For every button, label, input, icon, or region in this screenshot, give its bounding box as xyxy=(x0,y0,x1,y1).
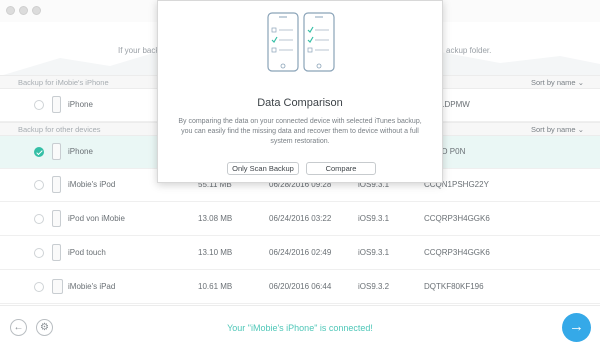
select-radio[interactable] xyxy=(34,282,44,292)
section-title: Backup for other devices xyxy=(18,125,101,134)
sort-by-name-dropdown[interactable]: Sort by name ⌄ xyxy=(531,78,584,87)
select-radio[interactable] xyxy=(34,180,44,190)
ios-version: iOS9.3.1 xyxy=(358,214,390,223)
only-scan-backup-button[interactable]: Only Scan Backup xyxy=(227,162,299,175)
ipod-icon xyxy=(52,210,61,227)
serial-number: DQTKF80KF196 xyxy=(424,282,484,291)
backup-date: 06/24/2016 03:22 xyxy=(269,214,332,223)
hero-text-right: ackup folder. xyxy=(446,46,492,55)
close-window-button[interactable] xyxy=(6,6,15,15)
ios-version: iOS9.3.2 xyxy=(358,282,390,291)
device-name: iPhone xyxy=(68,147,93,156)
serial-number: CCQRP3H4GGK6 xyxy=(424,248,490,257)
arrow-right-icon: → xyxy=(569,318,584,335)
device-name: iMobie's iPad xyxy=(68,282,116,291)
hero-text-left: If your back xyxy=(118,46,160,55)
backup-size: 13.08 MB xyxy=(198,214,233,223)
next-button[interactable]: → xyxy=(562,313,591,342)
backup-row[interactable]: iPod von iMobie 13.08 MB 06/24/2016 03:2… xyxy=(0,203,600,236)
footer-bar: ← ⚙ Your "iMobie's iPhone" is connected! xyxy=(0,305,600,347)
chevron-down-icon: ⌄ xyxy=(577,78,584,87)
select-radio[interactable] xyxy=(34,248,44,258)
connection-status: Your "iMobie's iPhone" is connected! xyxy=(227,323,373,333)
device-name: iPod von iMobie xyxy=(68,214,125,223)
minimize-window-button[interactable] xyxy=(19,6,28,15)
device-name: iMobie's iPod xyxy=(68,180,116,189)
data-comparison-dialog: Data Comparison By comparing the data on… xyxy=(157,0,443,183)
ipod-icon xyxy=(52,176,61,193)
iphone-icon xyxy=(52,143,61,160)
backup-row[interactable]: iMobie's iPad 10.61 MB 06/20/2016 06:44 … xyxy=(0,271,600,304)
ipod-icon xyxy=(52,244,61,261)
ipad-icon xyxy=(52,279,63,294)
select-radio[interactable] xyxy=(34,214,44,224)
sort-label: Sort by name xyxy=(531,78,576,87)
select-radio-checked[interactable] xyxy=(34,147,44,157)
dialog-description: By comparing the data on your connected … xyxy=(178,118,422,145)
backup-date: 06/20/2016 06:44 xyxy=(269,282,332,291)
ios-version: iOS9.3.1 xyxy=(358,248,390,257)
sort-by-name-dropdown[interactable]: Sort by name ⌄ xyxy=(531,125,584,134)
backup-size: 13.10 MB xyxy=(198,248,233,257)
select-radio[interactable] xyxy=(34,100,44,110)
device-comparison-illustration xyxy=(267,12,335,72)
chevron-down-icon: ⌄ xyxy=(577,125,584,134)
backup-date: 06/24/2016 02:49 xyxy=(269,248,332,257)
iphone-icon xyxy=(52,96,61,113)
sort-label: Sort by name xyxy=(531,125,576,134)
device-name: iPod touch xyxy=(68,248,106,257)
backup-row[interactable]: iPod touch 13.10 MB 06/24/2016 02:49 iOS… xyxy=(0,237,600,270)
device-name: iPhone xyxy=(68,100,93,109)
zoom-window-button[interactable] xyxy=(32,6,41,15)
backup-size: 10.61 MB xyxy=(198,282,233,291)
compare-button[interactable]: Compare xyxy=(306,162,376,175)
section-title: Backup for iMobie's iPhone xyxy=(18,78,109,87)
dialog-title: Data Comparison xyxy=(257,97,343,109)
serial-number: CCQRP3H4GGK6 xyxy=(424,214,490,223)
